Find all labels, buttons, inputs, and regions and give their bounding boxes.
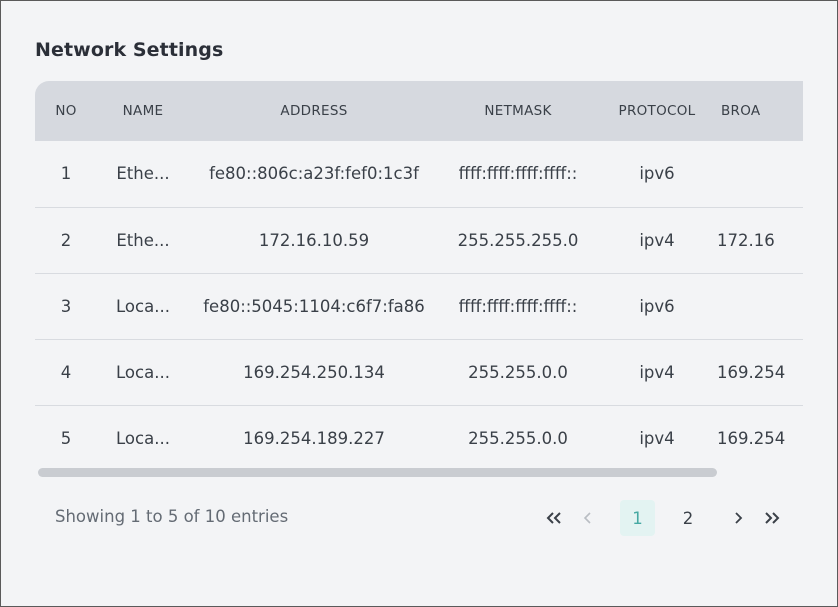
- cell-no: 1: [60, 164, 72, 184]
- column-header-broadcast[interactable]: BROA: [717, 81, 803, 141]
- cell-protocol: ipv6: [639, 296, 675, 316]
- cell-netmask: ffff:ffff:ffff:ffff::: [458, 164, 578, 184]
- cell-protocol: ipv4: [639, 362, 675, 382]
- entries-info: Showing 1 to 5 of 10 entries: [55, 507, 289, 526]
- cell-netmask: ffff:ffff:ffff:ffff::: [458, 296, 578, 316]
- cell-protocol: ipv6: [639, 164, 675, 184]
- double-chevron-left-icon: [546, 512, 561, 524]
- cell-netmask: 255.255.0.0: [468, 362, 568, 382]
- cell-no: 5: [60, 428, 72, 448]
- chevron-left-icon: [583, 512, 591, 524]
- page-2-button[interactable]: 2: [671, 500, 705, 536]
- cell-name: Ethe...: [116, 164, 170, 184]
- table-row[interactable]: 2 Ethe... 172.16.10.59 255.255.255.0 ipv…: [35, 207, 803, 273]
- column-header-netmask[interactable]: NETMASK: [439, 81, 597, 141]
- cell-name: Loca...: [116, 428, 170, 448]
- next-page-button[interactable]: [723, 500, 753, 536]
- page-title: Network Settings: [35, 39, 224, 61]
- cell-address: 169.254.250.134: [243, 362, 385, 382]
- cell-no: 2: [60, 230, 72, 250]
- table-row[interactable]: 5 Loca... 169.254.189.227 255.255.0.0 ip…: [35, 405, 803, 471]
- cell-broadcast: [717, 273, 803, 339]
- cell-no: 3: [60, 296, 72, 316]
- cell-broadcast: 169.254: [717, 428, 786, 448]
- double-chevron-right-icon: [765, 512, 780, 524]
- previous-page-button[interactable]: [573, 500, 603, 536]
- chevron-right-icon: [735, 512, 743, 524]
- cell-netmask: 255.255.0.0: [468, 428, 568, 448]
- cell-netmask: 255.255.255.0: [457, 230, 579, 250]
- cell-name: Loca...: [116, 296, 170, 316]
- table-row[interactable]: 3 Loca... fe80::5045:1104:c6f7:fa86 ffff…: [35, 273, 803, 339]
- first-page-button[interactable]: [537, 500, 571, 536]
- column-header-protocol[interactable]: PROTOCOL: [597, 81, 717, 141]
- table-row[interactable]: 4 Loca... 169.254.250.134 255.255.0.0 ip…: [35, 339, 803, 405]
- cell-name: Ethe...: [116, 230, 170, 250]
- table-header-row: NO NAME ADDRESS NETMASK PROTOCOL BROA: [35, 81, 803, 141]
- network-settings-panel: Network Settings NO NAME ADDRESS NETMASK…: [0, 0, 838, 607]
- cell-broadcast: 169.254: [717, 362, 786, 382]
- cell-protocol: ipv4: [639, 428, 675, 448]
- page-1-button[interactable]: 1: [620, 500, 655, 536]
- cell-address: fe80::5045:1104:c6f7:fa86: [203, 296, 425, 316]
- horizontal-scrollbar[interactable]: [38, 468, 717, 477]
- cell-address: 169.254.189.227: [243, 428, 385, 448]
- table-row[interactable]: 1 Ethe... fe80::806c:a23f:fef0:1c3f ffff…: [35, 141, 803, 207]
- cell-no: 4: [60, 362, 72, 382]
- cell-address: fe80::806c:a23f:fef0:1c3f: [209, 164, 419, 184]
- cell-address: 172.16.10.59: [258, 230, 370, 250]
- table-container: NO NAME ADDRESS NETMASK PROTOCOL BROA 1 …: [35, 81, 803, 471]
- cell-name: Loca...: [116, 362, 170, 382]
- cell-protocol: ipv4: [639, 230, 675, 250]
- column-header-address[interactable]: ADDRESS: [189, 81, 439, 141]
- network-table: NO NAME ADDRESS NETMASK PROTOCOL BROA 1 …: [35, 81, 803, 471]
- cell-broadcast: 172.16: [717, 230, 775, 250]
- cell-broadcast: [717, 141, 803, 207]
- column-header-no[interactable]: NO: [35, 81, 97, 141]
- last-page-button[interactable]: [755, 500, 789, 536]
- column-header-name[interactable]: NAME: [97, 81, 189, 141]
